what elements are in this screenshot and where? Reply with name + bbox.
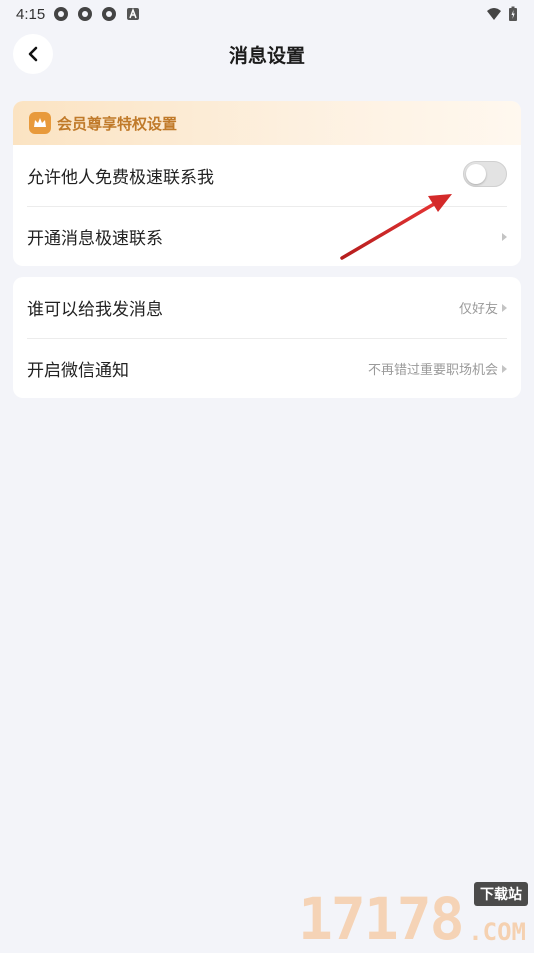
watermark-com: .COM: [468, 918, 526, 946]
status-right: [486, 6, 518, 22]
watermark-tag: 下载站: [474, 882, 528, 906]
allow-free-contact-label: 允许他人免费极速联系我: [27, 163, 214, 188]
message-privacy-card: 谁可以给我发消息 仅好友 开启微信通知 不再错过重要职场机会: [13, 277, 521, 398]
crown-icon: [29, 112, 51, 134]
a-badge-icon: [125, 6, 141, 22]
who-can-message-label: 谁可以给我发消息: [27, 295, 163, 320]
toggle-knob: [466, 164, 486, 184]
row-right: [502, 233, 507, 241]
page-title: 消息设置: [229, 41, 305, 68]
enable-fast-contact-label: 开通消息极速联系: [27, 224, 163, 249]
app-notification-icon: [53, 6, 69, 22]
chevron-right-icon: [502, 365, 507, 373]
app-notification-icon: [101, 6, 117, 22]
vip-banner: 会员尊享特权设置: [13, 101, 521, 145]
site-watermark: 17178 下载站 .COM: [298, 882, 530, 948]
back-chevron-icon: [26, 46, 40, 62]
who-can-message-value: 仅好友: [459, 298, 498, 317]
wechat-notify-value: 不再错过重要职场机会: [368, 359, 498, 378]
privilege-settings-card: 会员尊享特权设置 允许他人免费极速联系我 开通消息极速联系: [13, 101, 521, 266]
vip-banner-text: 会员尊享特权设置: [57, 113, 177, 134]
header: 消息设置: [0, 28, 534, 80]
allow-free-contact-toggle[interactable]: [463, 161, 507, 187]
status-bar: 4:15: [0, 0, 534, 28]
watermark-digits: 17178: [298, 890, 463, 948]
wechat-notify-label: 开启微信通知: [27, 356, 129, 381]
back-button[interactable]: [13, 34, 53, 74]
wifi-icon: [486, 6, 502, 22]
who-can-message-row[interactable]: 谁可以给我发消息 仅好友: [13, 277, 521, 338]
wechat-notify-row[interactable]: 开启微信通知 不再错过重要职场机会: [13, 338, 521, 398]
chevron-right-icon: [502, 304, 507, 312]
row-right: 不再错过重要职场机会: [368, 359, 507, 378]
row-right: 仅好友: [459, 298, 507, 317]
app-notification-icon: [77, 6, 93, 22]
enable-fast-contact-row[interactable]: 开通消息极速联系: [13, 206, 521, 266]
battery-icon: [508, 6, 518, 22]
chevron-right-icon: [502, 233, 507, 241]
allow-free-contact-row: 允许他人免费极速联系我: [13, 145, 521, 206]
status-time: 4:15: [16, 6, 45, 23]
status-left: 4:15: [16, 6, 141, 23]
